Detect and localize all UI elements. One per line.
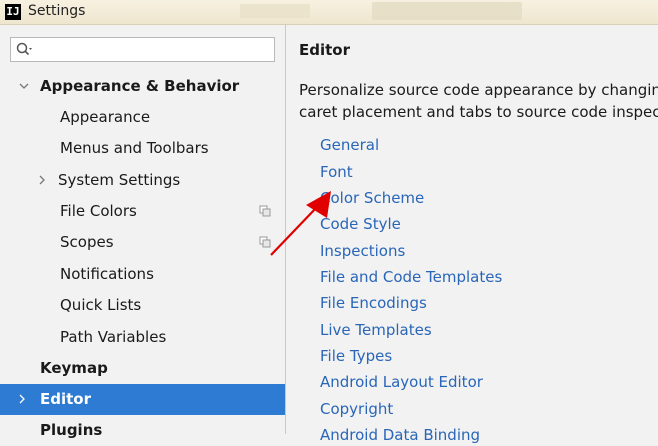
description-line: caret placement and tabs to source code …	[299, 103, 658, 121]
sidebar-item-file-colors[interactable]: File Colors	[0, 196, 285, 227]
sidebar-item-editor[interactable]: Editor	[0, 384, 285, 415]
search-input[interactable]	[10, 37, 275, 62]
sidebar-item-appearance-behavior[interactable]: Appearance & Behavior	[0, 71, 285, 102]
link-android-data-binding[interactable]: Android Data Binding	[320, 426, 480, 444]
link-code-style[interactable]: Code Style	[320, 215, 401, 233]
sidebar-item-keymap[interactable]: Keymap	[0, 353, 285, 384]
sidebar-item-label: Path Variables	[60, 328, 167, 346]
chevron-right-icon[interactable]	[16, 393, 28, 405]
link-live-templates[interactable]: Live Templates	[320, 321, 432, 339]
sidebar-item-appearance[interactable]: Appearance	[0, 102, 285, 133]
sidebar-item-label: System Settings	[58, 171, 181, 189]
sidebar-item-label: File Colors	[60, 202, 137, 220]
link-file-encodings[interactable]: File Encodings	[320, 294, 427, 312]
link-font[interactable]: Font	[320, 163, 353, 181]
intellij-app-icon: IJ	[5, 4, 21, 20]
sidebar-item-quick-lists[interactable]: Quick Lists	[0, 290, 285, 321]
background-window-blur	[240, 4, 310, 18]
sidebar-item-label: Notifications	[60, 265, 154, 283]
sidebar-item-label: Scopes	[60, 233, 114, 251]
search-icon[interactable]	[15, 41, 33, 59]
settings-sidebar: Appearance & Behavior Appearance Menus a…	[0, 25, 286, 439]
sidebar-item-notifications[interactable]: Notifications	[0, 259, 285, 290]
project-scope-icon	[259, 236, 271, 248]
chevron-right-icon[interactable]	[36, 174, 48, 186]
description-line: Personalize source code appearance by ch…	[299, 81, 658, 99]
sidebar-item-label: Keymap	[40, 359, 108, 377]
sidebar-item-label: Plugins	[40, 421, 103, 439]
window-title: Settings	[28, 3, 86, 19]
link-color-scheme[interactable]: Color Scheme	[320, 189, 424, 207]
link-copyright[interactable]: Copyright	[320, 400, 393, 418]
sidebar-item-label: Menus and Toolbars	[60, 139, 209, 157]
sidebar-item-plugins[interactable]: Plugins	[0, 415, 285, 446]
sidebar-item-label: Appearance & Behavior	[40, 77, 240, 95]
link-file-code-templates[interactable]: File and Code Templates	[320, 268, 502, 286]
link-inspections[interactable]: Inspections	[320, 242, 405, 260]
page-title: Editor	[299, 41, 350, 59]
link-file-types[interactable]: File Types	[320, 347, 392, 365]
editor-settings-panel: Editor Personalize source code appearanc…	[286, 25, 658, 444]
background-window-blur	[372, 2, 522, 20]
sidebar-item-label: Editor	[40, 390, 91, 408]
link-android-layout-editor[interactable]: Android Layout Editor	[320, 373, 483, 391]
sidebar-item-path-variables[interactable]: Path Variables	[0, 322, 285, 353]
sidebar-item-menus-toolbars[interactable]: Menus and Toolbars	[0, 133, 285, 164]
sidebar-item-label: Quick Lists	[60, 296, 142, 314]
chevron-down-icon[interactable]	[18, 80, 30, 92]
link-general[interactable]: General	[320, 136, 379, 154]
sidebar-item-label: Appearance	[60, 108, 151, 126]
sidebar-item-system-settings[interactable]: System Settings	[0, 165, 285, 196]
panel-description: Personalize source code appearance by ch…	[299, 79, 658, 123]
sidebar-item-scopes[interactable]: Scopes	[0, 227, 285, 258]
title-bar: IJ Settings	[0, 0, 658, 25]
project-scope-icon	[259, 205, 271, 217]
